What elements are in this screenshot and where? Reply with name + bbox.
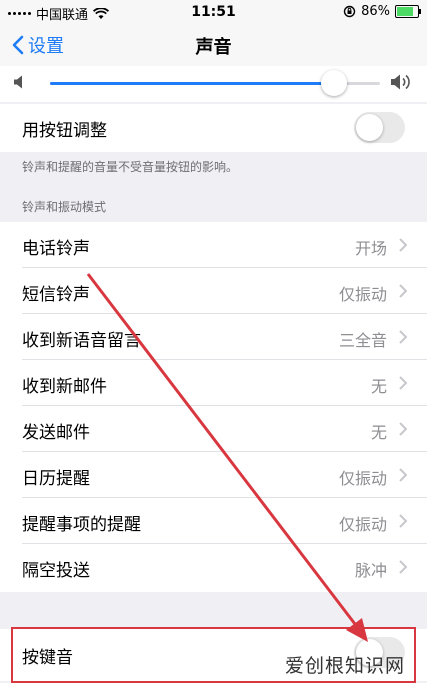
annotation-arrow <box>86 273 368 642</box>
watermark: 爱创根知识网 <box>284 655 405 677</box>
